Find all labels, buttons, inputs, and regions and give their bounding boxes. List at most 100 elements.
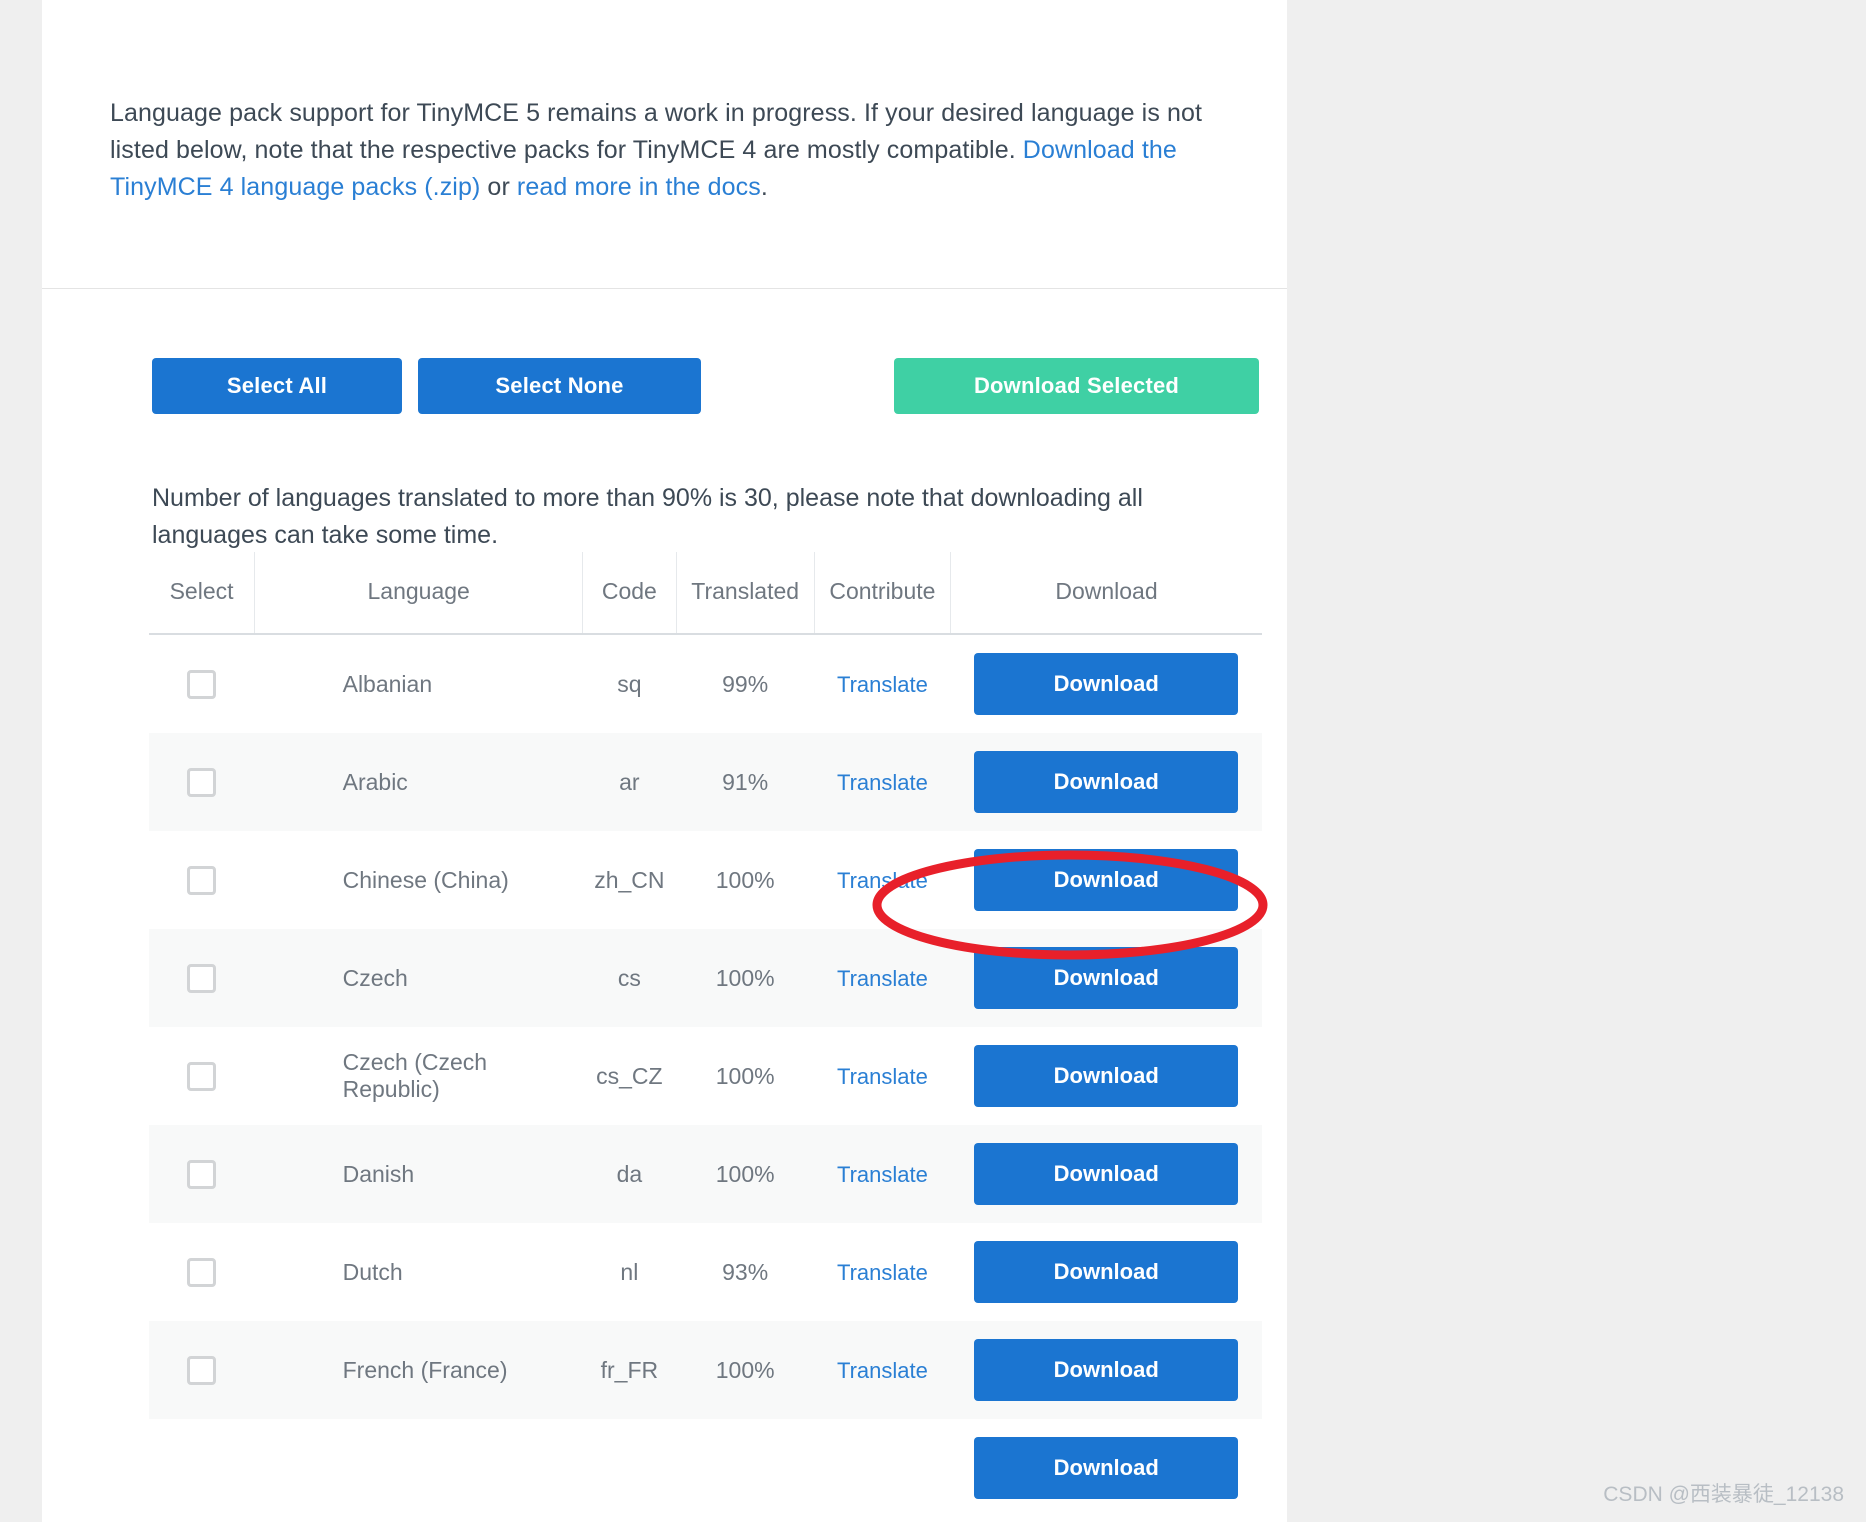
cell-contribute: Translate: [814, 634, 950, 733]
cell-download: Download: [950, 1321, 1262, 1419]
intro-paragraph: Language pack support for TinyMCE 5 rema…: [110, 95, 1220, 206]
cell-select: [149, 1223, 255, 1321]
cell-language: Albanian: [342, 670, 433, 697]
cell-code: da: [582, 1125, 676, 1223]
cell-download: Download: [950, 634, 1262, 733]
intro-section: Language pack support for TinyMCE 5 rema…: [110, 70, 1220, 231]
content-sheet: Language pack support for TinyMCE 5 rema…: [42, 0, 1287, 1522]
row-select-checkbox[interactable]: [187, 1257, 217, 1287]
table-row: Danish da 100% Translate Download: [149, 1125, 1262, 1223]
page-background: Language pack support for TinyMCE 5 rema…: [0, 0, 1866, 1522]
cell-language: Chinese (China): [342, 866, 509, 893]
cell-code: cs_CZ: [596, 1062, 663, 1089]
cell-translated: 100%: [676, 1125, 815, 1223]
row-download-button[interactable]: Download: [974, 1143, 1239, 1205]
intro-text-middle: or: [480, 173, 517, 201]
cell-partial: [676, 1419, 814, 1517]
column-header-download: Download: [950, 552, 1262, 635]
table-row: Czech cs 100% Translate Download: [149, 929, 1262, 1027]
cell-select: [149, 1027, 255, 1125]
cell-partial: Download: [950, 1419, 1262, 1517]
cell-contribute: Translate: [814, 1027, 950, 1125]
translate-link[interactable]: Translate: [837, 672, 928, 697]
cell-language: Czech: [254, 929, 583, 1027]
cell-download: Download: [950, 1223, 1262, 1321]
cell-language: Arabic: [254, 733, 583, 831]
cell-translated: 100%: [676, 1321, 815, 1419]
translate-link[interactable]: Translate: [837, 1260, 928, 1285]
row-download-button[interactable]: Download: [974, 947, 1239, 1009]
row-select-checkbox[interactable]: [187, 1355, 217, 1385]
language-count-note: Number of languages translated to more t…: [152, 484, 1143, 549]
download-selected-button[interactable]: Download Selected: [894, 358, 1259, 414]
cell-translated: 91%: [676, 733, 815, 831]
cell-download: Download: [950, 1125, 1262, 1223]
row-select-checkbox[interactable]: [187, 669, 217, 699]
cell-language: French (France): [254, 1321, 583, 1419]
cell-download: Download: [950, 1027, 1262, 1125]
row-download-button[interactable]: Download: [974, 849, 1239, 911]
column-header-translated: Translated: [676, 552, 815, 635]
row-select-checkbox[interactable]: [187, 1061, 217, 1091]
translate-link[interactable]: Translate: [837, 966, 928, 991]
row-download-button[interactable]: Download: [974, 1437, 1239, 1499]
row-select-checkbox[interactable]: [187, 963, 217, 993]
cell-select: [149, 634, 255, 733]
cell-download: Download: [950, 831, 1262, 929]
table-row: Download: [149, 1419, 1262, 1517]
action-bar: Select All Select None Download Selected: [152, 358, 1262, 414]
cell-select: [149, 733, 255, 831]
language-packs-table: Select Language Code Translated Contribu…: [149, 552, 1262, 1517]
cell-translated: 99%: [722, 670, 769, 697]
row-download-button[interactable]: Download: [974, 1339, 1239, 1401]
cell-contribute: Translate: [814, 733, 951, 831]
table-row: Chinese (China) zh_CN 100% Translate Downloa…: [149, 831, 1262, 929]
column-header-contribute: Contribute: [814, 552, 951, 635]
cell-code: ar: [582, 733, 676, 831]
cell-partial: [814, 1419, 950, 1517]
cell-code: zh_CN: [594, 866, 665, 893]
table-row: Albanian sq 99% Translate Download: [149, 634, 1262, 733]
cell-contribute: Translate: [814, 1223, 950, 1321]
select-none-button[interactable]: Select None: [418, 358, 701, 414]
column-header-code: Code: [582, 552, 677, 635]
table-row: French (France) fr_FR 100% Translate Downloa…: [149, 1321, 1262, 1419]
cell-translated: 100%: [715, 1062, 775, 1089]
translate-link[interactable]: Translate: [837, 868, 928, 893]
cell-code: sq: [617, 670, 642, 697]
select-all-button[interactable]: Select All: [152, 358, 402, 414]
cell-download: Download: [950, 929, 1262, 1027]
cell-code: nl: [620, 1258, 639, 1285]
row-download-button[interactable]: Download: [974, 653, 1239, 715]
section-divider: [42, 288, 1287, 289]
translate-link[interactable]: Translate: [837, 1162, 928, 1187]
cell-translated: 100%: [715, 866, 775, 893]
row-select-checkbox[interactable]: [187, 865, 217, 895]
cell-contribute: Translate: [814, 1321, 951, 1419]
row-select-checkbox[interactable]: [187, 1159, 217, 1189]
cell-translated: 100%: [676, 929, 815, 1027]
cell-partial: [149, 1419, 255, 1517]
cell-code: cs: [582, 929, 676, 1027]
row-download-button[interactable]: Download: [974, 1045, 1239, 1107]
translate-link[interactable]: Translate: [837, 1358, 928, 1383]
translate-link[interactable]: Translate: [837, 1064, 928, 1089]
cell-language: Dutch: [342, 1258, 403, 1285]
translate-link[interactable]: Translate: [837, 770, 928, 795]
cell-contribute: Translate: [814, 1125, 951, 1223]
cell-select: [149, 1125, 255, 1223]
column-header-language: Language: [254, 552, 584, 635]
cell-partial: [583, 1419, 676, 1517]
read-more-docs-link[interactable]: read more in the docs: [517, 173, 761, 201]
table-header-row: Select Language Code Translated Contribu…: [149, 552, 1262, 635]
row-download-button[interactable]: Download: [974, 751, 1239, 813]
table-row: Arabic ar 91% Translate Download: [149, 733, 1262, 831]
cell-select: [149, 831, 255, 929]
row-select-checkbox[interactable]: [187, 767, 217, 797]
cell-partial: [255, 1419, 583, 1517]
row-download-button[interactable]: Download: [974, 1241, 1239, 1303]
cell-translated: 93%: [722, 1258, 769, 1285]
csdn-watermark: CSDN @西装暴徒_12138: [1603, 1483, 1844, 1506]
table-head: Select Language Code Translated Contribu…: [149, 552, 1262, 635]
cell-contribute: Translate: [814, 929, 951, 1027]
